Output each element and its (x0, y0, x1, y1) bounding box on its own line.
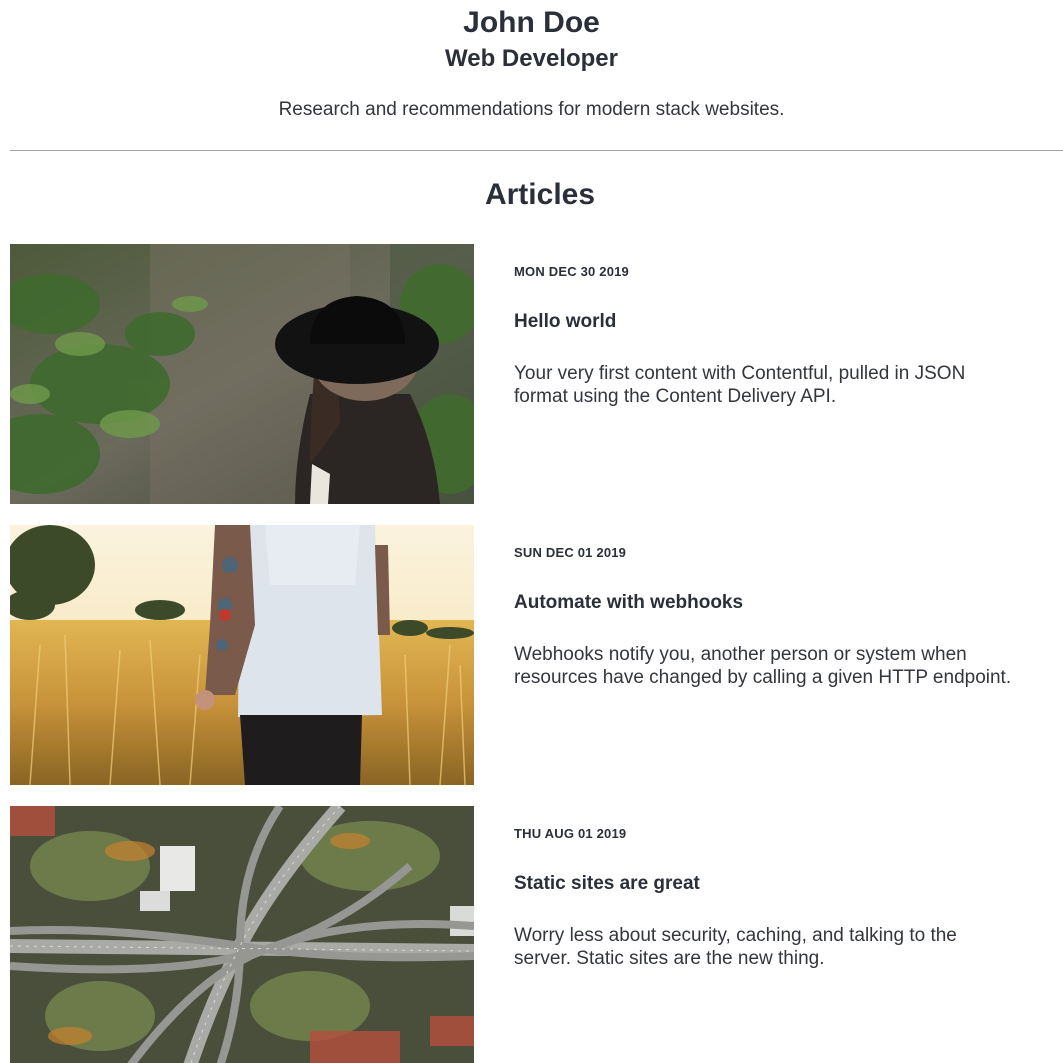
article-excerpt: Worry less about security, caching, and … (514, 924, 1063, 970)
article-title-link[interactable]: Automate with webhooks (514, 591, 1063, 615)
article-preview[interactable]: MON DEC 30 2019 Hello world Your very fi… (10, 244, 1063, 505)
article-list: MON DEC 30 2019 Hello world Your very fi… (10, 244, 1063, 1063)
article-meta: MON DEC 30 2019 Hello world Your very fi… (514, 264, 1063, 408)
article-title-link[interactable]: Hello world (514, 310, 1063, 334)
article-preview[interactable]: SUN DEC 01 2019 Automate with webhooks W… (10, 525, 1063, 786)
author-title: Web Developer (445, 45, 618, 72)
hero-divider (10, 150, 1063, 151)
article-meta: SUN DEC 01 2019 Automate with webhooks W… (514, 545, 1063, 689)
excerpt-line: Webhooks notify you, another person or s… (514, 644, 967, 665)
article-title-link[interactable]: Static sites are great (514, 872, 1063, 896)
author-name: John Doe (463, 6, 600, 39)
article-date: THU AUG 01 2019 (514, 826, 627, 841)
articles-heading: Articles (484, 178, 596, 211)
excerpt-line: server. Static sites are the new thing. (514, 948, 825, 969)
blog-page: John Doe Web Developer Research and reco… (0, 0, 1063, 1063)
article-meta: THU AUG 01 2019 Static sites are great W… (514, 826, 1063, 970)
article-image-wheat-field[interactable] (10, 525, 474, 785)
article-date: SUN DEC 01 2019 (514, 545, 627, 560)
article-image-woman-in-hat[interactable] (10, 244, 474, 504)
article-date: MON DEC 30 2019 (514, 264, 629, 279)
excerpt-line: Worry less about security, caching, and … (514, 925, 957, 946)
hero-description: Research and recommendations for modern … (278, 99, 785, 120)
excerpt-line: Your very first content with Contentful,… (514, 363, 966, 384)
hero: John Doe Web Developer Research and reco… (0, 0, 1063, 122)
article-preview[interactable]: THU AUG 01 2019 Static sites are great W… (10, 806, 1063, 1063)
article-excerpt: Webhooks notify you, another person or s… (514, 643, 1063, 689)
article-excerpt: Your very first content with Contentful,… (514, 362, 1063, 408)
excerpt-line: resources have changed by calling a give… (514, 667, 1012, 688)
excerpt-line: format using the Content Delivery API. (514, 386, 837, 407)
article-image-highway-interchange[interactable] (10, 806, 474, 1063)
